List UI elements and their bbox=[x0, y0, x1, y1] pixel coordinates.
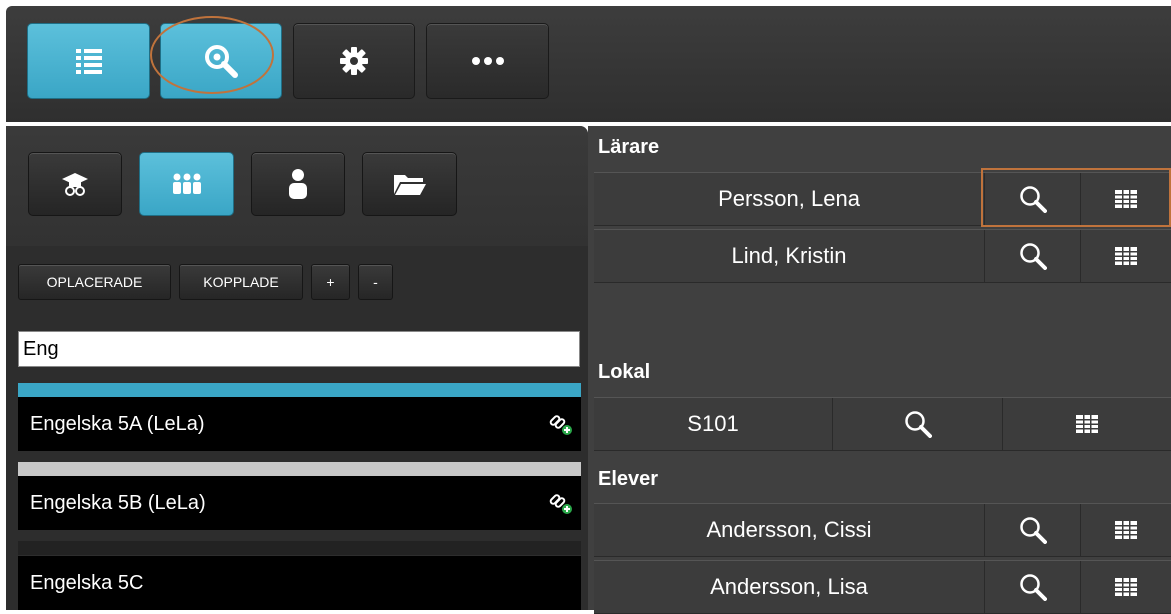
schedule-grid-icon bbox=[1115, 578, 1137, 596]
settings-button[interactable] bbox=[293, 23, 415, 99]
list-icon bbox=[75, 49, 102, 74]
course-name: Engelska 5C bbox=[30, 571, 144, 594]
teacher-schedule-button[interactable] bbox=[1080, 230, 1171, 282]
course-color-bar bbox=[18, 383, 581, 397]
room-name: S101 bbox=[687, 411, 739, 436]
top-toolbar bbox=[6, 6, 1171, 122]
search-view-button[interactable] bbox=[160, 23, 282, 99]
group-icon bbox=[172, 173, 201, 194]
teachers-heading: Lärare bbox=[598, 136, 660, 158]
teacher-schedule-button[interactable] bbox=[1080, 173, 1171, 225]
schedule-grid-icon bbox=[1115, 521, 1137, 539]
link-add-icon[interactable] bbox=[547, 489, 573, 515]
student-name: Andersson, Lisa bbox=[710, 574, 868, 599]
teacher-search-button[interactable] bbox=[984, 230, 1080, 282]
linked-filter-button[interactable]: KOPPLADE bbox=[179, 264, 303, 300]
room-schedule-button[interactable] bbox=[1002, 398, 1171, 450]
magnifier-icon bbox=[904, 411, 932, 438]
course-color-bar bbox=[18, 462, 581, 476]
student-search-button[interactable] bbox=[984, 561, 1080, 613]
schedule-grid-icon bbox=[1115, 247, 1137, 265]
collapse-all-button[interactable]: - bbox=[358, 264, 393, 300]
teacher-search-button[interactable] bbox=[984, 173, 1080, 225]
students-heading: Elever bbox=[598, 468, 659, 490]
course-search-input[interactable] bbox=[18, 331, 580, 367]
course-color-bar bbox=[18, 541, 581, 555]
course-name: Engelska 5A (LeLa) bbox=[30, 412, 205, 435]
folder-icon bbox=[393, 175, 426, 195]
schedule-grid-icon bbox=[1076, 415, 1098, 433]
search-eye-icon bbox=[205, 45, 238, 78]
course-item[interactable]: Engelska 5A (LeLa) bbox=[18, 397, 581, 451]
tab-persons[interactable] bbox=[251, 152, 345, 216]
person-icon bbox=[289, 169, 307, 199]
list-view-button[interactable] bbox=[27, 23, 150, 99]
panel-tab-bar bbox=[6, 126, 588, 246]
left-panel bbox=[6, 126, 588, 610]
student-schedule-button[interactable] bbox=[1080, 504, 1171, 556]
magnifier-icon bbox=[1019, 186, 1047, 213]
graduation-cap-icon bbox=[62, 173, 88, 196]
student-search-button[interactable] bbox=[984, 504, 1080, 556]
course-name: Engelska 5B (LeLa) bbox=[30, 491, 206, 514]
course-item[interactable]: Engelska 5B (LeLa) bbox=[18, 476, 581, 530]
more-icon bbox=[471, 57, 504, 65]
student-name: Andersson, Cissi bbox=[706, 517, 872, 542]
course-item[interactable]: Engelska 5C bbox=[18, 556, 581, 610]
magnifier-icon bbox=[1019, 517, 1047, 544]
expand-all-button[interactable]: + bbox=[311, 264, 350, 300]
student-row: Andersson, Lisa bbox=[594, 560, 1171, 614]
more-options-button[interactable] bbox=[426, 23, 549, 99]
room-search-button[interactable] bbox=[832, 398, 1002, 450]
magnifier-icon bbox=[1019, 574, 1047, 601]
gear-icon bbox=[340, 47, 368, 75]
unplaced-filter-button[interactable]: OPLACERADE bbox=[18, 264, 171, 300]
link-add-icon[interactable] bbox=[547, 410, 573, 436]
teacher-row: Persson, Lena bbox=[594, 172, 1171, 226]
student-row: Andersson, Cissi bbox=[594, 503, 1171, 557]
schedule-grid-icon bbox=[1115, 190, 1137, 208]
tab-groups[interactable] bbox=[139, 152, 234, 216]
teacher-name: Lind, Kristin bbox=[731, 243, 847, 268]
student-schedule-button[interactable] bbox=[1080, 561, 1171, 613]
tab-courses[interactable] bbox=[28, 152, 122, 216]
magnifier-icon bbox=[1019, 243, 1047, 270]
teacher-row: Lind, Kristin bbox=[594, 229, 1171, 283]
room-row: S101 bbox=[594, 397, 1171, 451]
teacher-name: Persson, Lena bbox=[718, 186, 860, 211]
tab-folders[interactable] bbox=[362, 152, 457, 216]
room-heading: Lokal bbox=[598, 361, 651, 383]
